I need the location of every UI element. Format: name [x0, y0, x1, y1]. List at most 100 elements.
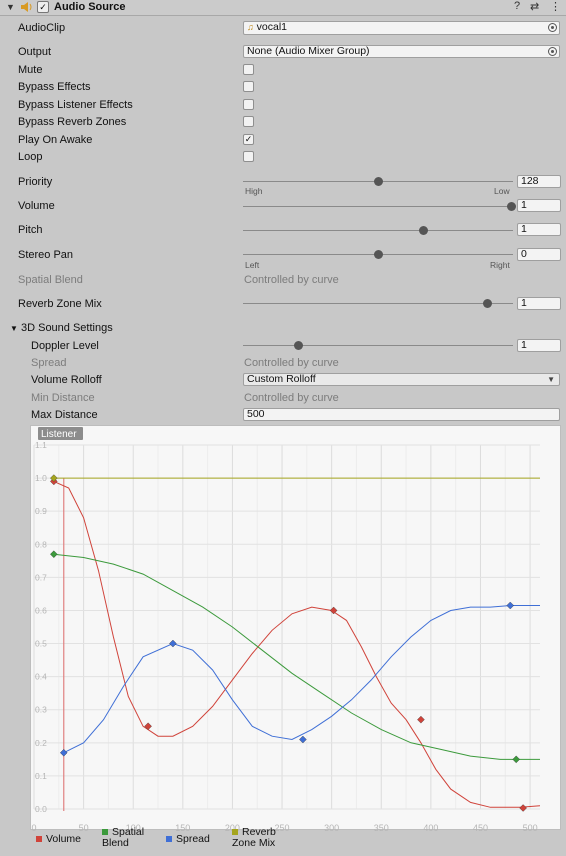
- slider-knob[interactable]: [483, 299, 493, 308]
- reverb-zone-mix-slider[interactable]: [243, 299, 513, 308]
- x-tick-label: 0: [31, 823, 36, 831]
- loop-label: Loop: [18, 151, 43, 163]
- component-title: Audio Source: [54, 1, 126, 13]
- priority-input[interactable]: 128: [517, 175, 561, 188]
- y-tick-label: 0.0: [35, 804, 47, 814]
- series-keyframe-2: [506, 601, 515, 610]
- foldout-arrow-icon[interactable]: ▼: [6, 2, 15, 12]
- y-tick-label: 0.4: [35, 672, 47, 682]
- legend-swatch: [166, 836, 172, 843]
- play-on-awake-label: Play On Awake: [18, 134, 93, 146]
- volume-input[interactable]: 1: [517, 199, 561, 212]
- bypass-effects-checkbox[interactable]: [243, 81, 254, 92]
- mute-checkbox[interactable]: [243, 64, 254, 75]
- slider-knob[interactable]: [374, 250, 383, 259]
- legend-spatial-blend[interactable]: Spatial Blend: [102, 827, 152, 849]
- series-keyframe-2: [299, 735, 307, 744]
- min-distance-value: Controlled by curve: [244, 392, 339, 404]
- legend-volume-label: Volume: [46, 833, 82, 845]
- pitch-slider[interactable]: [243, 226, 513, 235]
- x-tick-label: 50: [79, 823, 89, 831]
- doppler-level-input[interactable]: 1: [517, 339, 561, 352]
- audioclip-label: AudioClip: [18, 22, 66, 34]
- legend-swatch: [232, 829, 238, 836]
- volume-slider[interactable]: [243, 202, 516, 211]
- max-distance-label: Max Distance: [31, 409, 98, 421]
- y-tick-label: 0.8: [35, 539, 47, 549]
- bypass-listener-effects-checkbox[interactable]: [243, 99, 254, 110]
- series-line-0: [53, 480, 541, 808]
- legend-swatch: [36, 836, 42, 843]
- legend-volume[interactable]: Volume: [36, 834, 81, 845]
- slider-knob[interactable]: [419, 226, 429, 235]
- x-tick-label: 150: [175, 823, 190, 831]
- min-distance-label: Min Distance: [31, 392, 95, 404]
- x-tick-label: 300: [324, 823, 339, 831]
- y-tick-label: 0.6: [35, 605, 47, 615]
- volume-rolloff-dropdown[interactable]: Custom Rolloff ▼: [243, 373, 560, 386]
- legend-spread-label: Spread: [176, 833, 210, 845]
- series-keyframe-0: [144, 722, 152, 731]
- x-tick-label: 400: [423, 823, 438, 831]
- bypass-listener-effects-label: Bypass Listener Effects: [18, 99, 133, 111]
- audio-source-icon: [20, 1, 34, 16]
- stereo-pan-max-label: Right: [490, 260, 510, 270]
- foldout-arrow-icon: ▼: [10, 324, 18, 333]
- rolloff-curve-graph[interactable]: 0.0 0.1 0.2 0.3 0.4 0.5 0.6 0.7 0.8 0.9 1.0 1.1 0 50 1…: [30, 425, 562, 833]
- object-picker-icon[interactable]: [548, 47, 557, 56]
- help-icon[interactable]: ?: [514, 0, 520, 12]
- doppler-level-slider[interactable]: [243, 341, 513, 350]
- preset-icon[interactable]: ⇄: [530, 0, 539, 13]
- audioclip-field[interactable]: ♫ vocal1: [243, 21, 560, 35]
- play-on-awake-checkbox[interactable]: ✓: [243, 134, 254, 145]
- x-tick-label: 500: [523, 823, 538, 831]
- rolloff-chart[interactable]: 0.0 0.1 0.2 0.3 0.4 0.5 0.6 0.7 0.8 0.9 1.0 1.1 0 50 1…: [31, 426, 562, 833]
- slider-knob[interactable]: [374, 177, 383, 186]
- bypass-reverb-zones-label: Bypass Reverb Zones: [18, 116, 127, 128]
- stereo-pan-slider[interactable]: [243, 250, 513, 259]
- dropdown-arrow-icon: ▼: [547, 375, 555, 384]
- volume-label: Volume: [18, 200, 55, 212]
- loop-checkbox[interactable]: [243, 151, 254, 162]
- y-tick-label: 0.7: [35, 572, 47, 582]
- series-keyframe-0: [519, 804, 527, 812]
- series-keyframe-0: [417, 715, 425, 724]
- pitch-label: Pitch: [18, 224, 43, 236]
- volume-rolloff-label: Volume Rolloff: [31, 374, 102, 386]
- stereo-pan-label: Stereo Pan: [18, 249, 74, 261]
- series-keyframe-2: [59, 748, 68, 757]
- doppler-level-label: Doppler Level: [31, 340, 99, 352]
- slider-knob[interactable]: [294, 341, 304, 350]
- bypass-reverb-zones-checkbox[interactable]: [243, 116, 254, 127]
- stereo-pan-input[interactable]: 0: [517, 248, 561, 261]
- slider-knob[interactable]: [507, 202, 516, 211]
- max-distance-input[interactable]: 500: [243, 408, 560, 421]
- output-label: Output: [18, 46, 52, 58]
- bypass-effects-label: Bypass Effects: [18, 81, 91, 93]
- x-tick-label: 350: [374, 823, 389, 831]
- y-tick-label: 0.5: [35, 639, 47, 649]
- mute-label: Mute: [18, 64, 43, 76]
- spatial-blend-label: Spatial Blend: [18, 274, 83, 286]
- sound-3d-foldout[interactable]: ▼ 3D Sound Settings: [10, 322, 113, 334]
- y-tick-label: 0.2: [35, 738, 47, 748]
- sound-3d-label: 3D Sound Settings: [20, 322, 113, 334]
- component-enabled-checkbox[interactable]: ✓: [37, 1, 49, 13]
- listener-label: Listener: [41, 429, 77, 440]
- audio-file-icon: ♫: [247, 22, 254, 32]
- reverb-zone-mix-label: Reverb Zone Mix: [18, 298, 102, 310]
- legend-swatch: [102, 829, 108, 836]
- legend-reverb-zone-mix[interactable]: Reverb Zone Mix: [232, 827, 290, 849]
- object-picker-icon[interactable]: [548, 23, 557, 32]
- pitch-input[interactable]: 1: [517, 223, 561, 236]
- kebab-menu-icon[interactable]: ⋮: [550, 0, 561, 13]
- y-tick-label: 0.3: [35, 705, 47, 715]
- spatial-blend-value: Controlled by curve: [244, 274, 339, 286]
- reverb-zone-mix-input[interactable]: 1: [517, 297, 561, 310]
- priority-slider[interactable]: [243, 177, 513, 186]
- legend-spread[interactable]: Spread: [166, 834, 210, 845]
- output-field[interactable]: None (Audio Mixer Group): [243, 45, 560, 58]
- priority-max-label: Low: [494, 186, 510, 196]
- priority-label: Priority: [18, 176, 53, 188]
- series-line-2: [63, 605, 540, 754]
